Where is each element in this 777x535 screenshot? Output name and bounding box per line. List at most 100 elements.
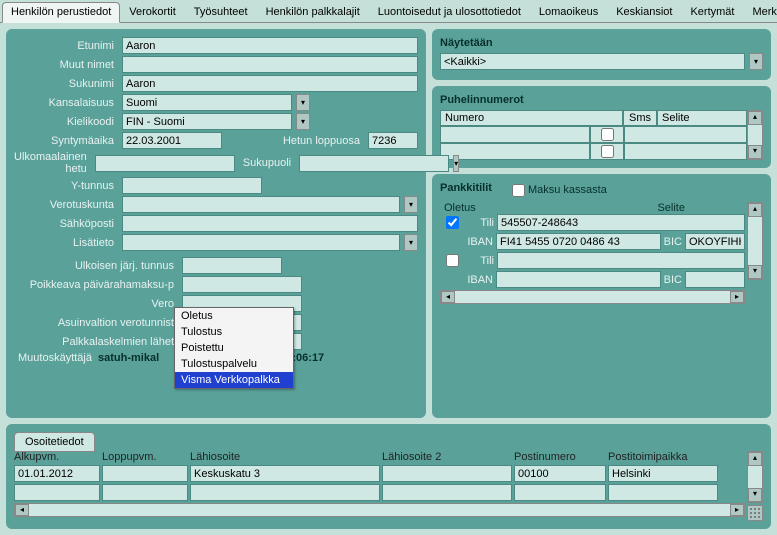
tab-kertymat[interactable]: Kertymät (681, 2, 743, 22)
tab-luontoisedut[interactable]: Luontoisedut ja ulosottotiedot (369, 2, 530, 22)
kansalaisuus-label: Kansalaisuus (14, 97, 118, 109)
addr-header-postinumero: Postinumero (514, 451, 606, 463)
poikkeava-input[interactable] (182, 276, 302, 293)
addr-header-lahiosoite: Lähiosoite (190, 451, 380, 463)
addr-v-scrollbar[interactable]: ▴ ▾ (747, 451, 763, 503)
scroll-right-icon[interactable]: ▸ (730, 504, 744, 516)
bank-iban-input[interactable] (496, 233, 661, 250)
addr-lahiosoite2-input[interactable] (382, 465, 512, 482)
popup-poistettu[interactable]: Poistettu (175, 340, 293, 356)
resize-grip-icon[interactable] (747, 505, 763, 521)
addr-postinumero-input[interactable] (514, 484, 606, 501)
kansalaisuus-input[interactable] (122, 94, 292, 111)
addr-header-lahiosoite2: Lähiosoite 2 (382, 451, 512, 463)
phone-numero-input[interactable] (440, 143, 590, 160)
popup-tulostuspalvelu[interactable]: Tulostuspalvelu (175, 356, 293, 372)
syntyma-input[interactable] (122, 132, 222, 149)
kansalaisuus-dropdown-icon[interactable]: ▾ (296, 94, 310, 111)
maksu-kassasta-checkbox[interactable] (512, 184, 525, 197)
kielikoodi-dropdown-icon[interactable]: ▾ (296, 113, 310, 130)
bank-oletus-checkbox[interactable] (446, 216, 459, 229)
bank-tili-input[interactable] (497, 252, 745, 269)
addr-alkupvm-input[interactable] (14, 484, 100, 501)
palkkalask-label: Palkkalaskelmien lähet (14, 336, 178, 348)
muutnimet-input[interactable] (122, 56, 418, 73)
sukupuoli-dropdown-icon[interactable]: ▾ (453, 155, 459, 172)
scroll-down-icon[interactable]: ▾ (748, 488, 762, 502)
vero-label: Vero (14, 298, 178, 310)
scroll-up-icon[interactable]: ▴ (748, 452, 762, 466)
verotuskunta-dropdown-icon[interactable]: ▾ (404, 196, 418, 213)
bank-header-oletus: Oletus (444, 202, 484, 214)
addr-loppupvm-input[interactable] (102, 465, 188, 482)
ulkhetu-label: Ulkomaalainen hetu (14, 151, 91, 175)
bank-bic-input[interactable] (685, 233, 745, 250)
addr-postinumero-input[interactable] (514, 465, 606, 482)
popup-oletus[interactable]: Oletus (175, 308, 293, 324)
bic-label: BIC (664, 274, 682, 286)
hetun-input[interactable] (368, 132, 418, 149)
ulkoisen-input[interactable] (182, 257, 282, 274)
verotuskunta-input[interactable] (122, 196, 400, 213)
etunimi-label: Etunimi (14, 40, 118, 52)
tab-lomaoikeus[interactable]: Lomaoikeus (530, 2, 607, 22)
bank-tili-input[interactable] (497, 214, 745, 231)
address-tab[interactable]: Osoitetiedot (14, 432, 95, 452)
bank-oletus-checkbox[interactable] (446, 254, 459, 267)
tab-palkkalajit[interactable]: Henkilön palkkalajit (257, 2, 369, 22)
kielikoodi-input[interactable] (122, 113, 292, 130)
addr-lahiosoite-input[interactable] (190, 484, 380, 501)
popup-visma-verkkopalkka[interactable]: Visma Verkkopalkka (175, 372, 293, 388)
bank-header-selite: Selite (657, 202, 685, 214)
scroll-up-icon[interactable]: ▴ (748, 111, 762, 125)
phone-header-sms: Sms (623, 110, 657, 126)
addr-header-alkupvm: Alkupvm. (14, 451, 100, 463)
tab-perustiedot[interactable]: Henkilön perustiedot (2, 2, 120, 23)
sahkoposti-input[interactable] (122, 215, 418, 232)
ytunnus-input[interactable] (122, 177, 262, 194)
tab-bar: Henkilön perustiedot Verokortit Työsuhte… (0, 0, 777, 23)
addr-h-scrollbar[interactable]: ◂ ▸ (14, 503, 745, 517)
addr-postitoimipaikka-input[interactable] (608, 465, 718, 482)
tab-keskiansiot[interactable]: Keskiansiot (607, 2, 681, 22)
tab-verokortit[interactable]: Verokortit (120, 2, 184, 22)
scroll-up-icon[interactable]: ▴ (748, 203, 762, 217)
tab-tyosuhteet[interactable]: Työsuhteet (185, 2, 257, 22)
scroll-down-icon[interactable]: ▾ (748, 145, 762, 159)
naytetaan-dropdown-icon[interactable]: ▾ (749, 53, 763, 70)
phone-selite-input[interactable] (624, 143, 747, 160)
muutos-user: satuh-mikal (98, 352, 159, 364)
sukupuoli-input[interactable] (299, 155, 449, 172)
naytetaan-input[interactable] (440, 53, 745, 70)
tab-merkkipaivat[interactable]: Merkkipäivät (743, 2, 777, 22)
bank-iban-input[interactable] (496, 271, 661, 288)
lisatieto-dropdown-icon[interactable]: ▾ (404, 234, 418, 251)
addr-postitoimipaikka-input[interactable] (608, 484, 718, 501)
addr-alkupvm-input[interactable] (14, 465, 100, 482)
bic-label: BIC (664, 236, 682, 248)
phone-header-numero: Numero (440, 110, 623, 126)
addr-lahiosoite-input[interactable] (190, 465, 380, 482)
scroll-down-icon[interactable]: ▾ (748, 265, 762, 279)
ulkhetu-input[interactable] (95, 155, 235, 172)
bank-h-scrollbar[interactable]: ◂ ▸ (440, 290, 745, 304)
etunimi-input[interactable] (122, 37, 418, 54)
scroll-left-icon[interactable]: ◂ (441, 291, 455, 303)
bank-v-scrollbar[interactable]: ▴ ▾ (747, 202, 763, 280)
scroll-right-icon[interactable]: ▸ (730, 291, 744, 303)
addr-loppupvm-input[interactable] (102, 484, 188, 501)
bank-bic-input[interactable] (685, 271, 745, 288)
phone-sms-checkbox[interactable] (601, 128, 614, 141)
phone-sms-checkbox[interactable] (601, 145, 614, 158)
phone-selite-input[interactable] (624, 126, 747, 143)
sahkoposti-label: Sähköposti (14, 218, 118, 230)
addr-lahiosoite2-input[interactable] (382, 484, 512, 501)
phone-numero-input[interactable] (440, 126, 590, 143)
lisatieto-input[interactable] (122, 234, 400, 251)
popup-tulostus[interactable]: Tulostus (175, 324, 293, 340)
scroll-left-icon[interactable]: ◂ (15, 504, 29, 516)
sukunimi-input[interactable] (122, 75, 418, 92)
ytunnus-label: Y-tunnus (14, 180, 118, 192)
sukupuoli-label: Sukupuoli (239, 157, 295, 169)
phones-scrollbar[interactable]: ▴ ▾ (747, 110, 763, 160)
